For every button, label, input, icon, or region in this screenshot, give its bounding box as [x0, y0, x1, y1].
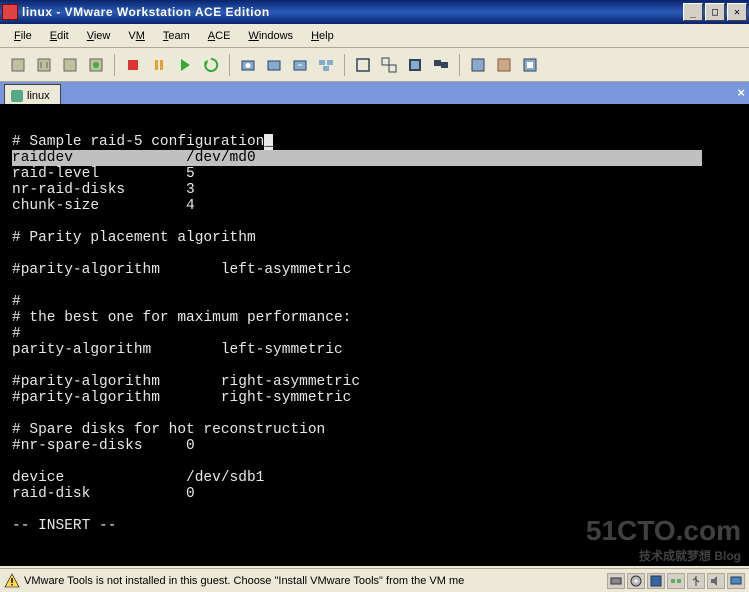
unity-icon[interactable]	[377, 53, 401, 77]
tab-label: linux	[27, 90, 50, 102]
window-controls: _ □ ✕	[683, 3, 747, 21]
toolbar-separator	[459, 54, 460, 76]
tab-vm-icon	[11, 90, 23, 102]
toolbar-separator	[344, 54, 345, 76]
recycle-icon[interactable]	[199, 53, 223, 77]
tray-sound-icon[interactable]	[707, 573, 725, 589]
multimon-icon[interactable]	[429, 53, 453, 77]
stop-icon[interactable]	[121, 53, 145, 77]
close-button[interactable]: ✕	[727, 3, 747, 21]
tray-hdd-icon[interactable]	[607, 573, 625, 589]
menu-help[interactable]: Help	[303, 28, 342, 44]
device-tray	[607, 573, 745, 589]
menu-edit[interactable]: Edit	[42, 28, 77, 44]
terminal-view[interactable]: # Sample raid-5 configuration_ raiddev /…	[0, 104, 749, 566]
document-tabbar: linux ×	[0, 82, 749, 104]
app-icon	[2, 4, 18, 20]
snapshot-icon[interactable]	[236, 53, 260, 77]
toolbar	[0, 48, 749, 82]
console-icon[interactable]	[403, 53, 427, 77]
fullscreen-icon[interactable]	[351, 53, 375, 77]
suspend-icon[interactable]	[32, 53, 56, 77]
menu-ace[interactable]: ACE	[200, 28, 239, 44]
tray-floppy-icon[interactable]	[647, 573, 665, 589]
toolbar-separator	[114, 54, 115, 76]
tab-linux[interactable]: linux	[4, 84, 61, 104]
manage-snapshot-icon[interactable]	[262, 53, 286, 77]
toolbar-separator	[229, 54, 230, 76]
menu-vm[interactable]: VM	[120, 28, 153, 44]
status-message: VMware Tools is not installed in this gu…	[24, 575, 607, 587]
snapshot-mgr-icon[interactable]	[314, 53, 338, 77]
play-icon[interactable]	[173, 53, 197, 77]
menu-file[interactable]: File	[6, 28, 40, 44]
poweron-icon[interactable]	[84, 53, 108, 77]
tab-close-icon[interactable]: ×	[737, 85, 745, 100]
power-off-icon[interactable]	[6, 53, 30, 77]
menubar: File Edit View VM Team ACE Windows Help	[0, 24, 749, 48]
tray-display-icon[interactable]	[727, 573, 745, 589]
menu-windows[interactable]: Windows	[240, 28, 301, 44]
pause-icon[interactable]	[147, 53, 171, 77]
tray-network-icon[interactable]	[667, 573, 685, 589]
window-title: linux - VMware Workstation ACE Edition	[22, 5, 683, 19]
reset-icon[interactable]	[58, 53, 82, 77]
titlebar: linux - VMware Workstation ACE Edition _…	[0, 0, 749, 24]
summary-icon[interactable]	[466, 53, 490, 77]
tray-usb-icon[interactable]	[687, 573, 705, 589]
warning-icon	[4, 573, 20, 589]
minimize-button[interactable]: _	[683, 3, 703, 21]
quickswitch-icon[interactable]	[518, 53, 542, 77]
maximize-button[interactable]: □	[705, 3, 725, 21]
statusbar: VMware Tools is not installed in this gu…	[0, 568, 749, 592]
tray-cd-icon[interactable]	[627, 573, 645, 589]
appliance-icon[interactable]	[492, 53, 516, 77]
menu-team[interactable]: Team	[155, 28, 198, 44]
menu-view[interactable]: View	[79, 28, 119, 44]
revert-icon[interactable]	[288, 53, 312, 77]
